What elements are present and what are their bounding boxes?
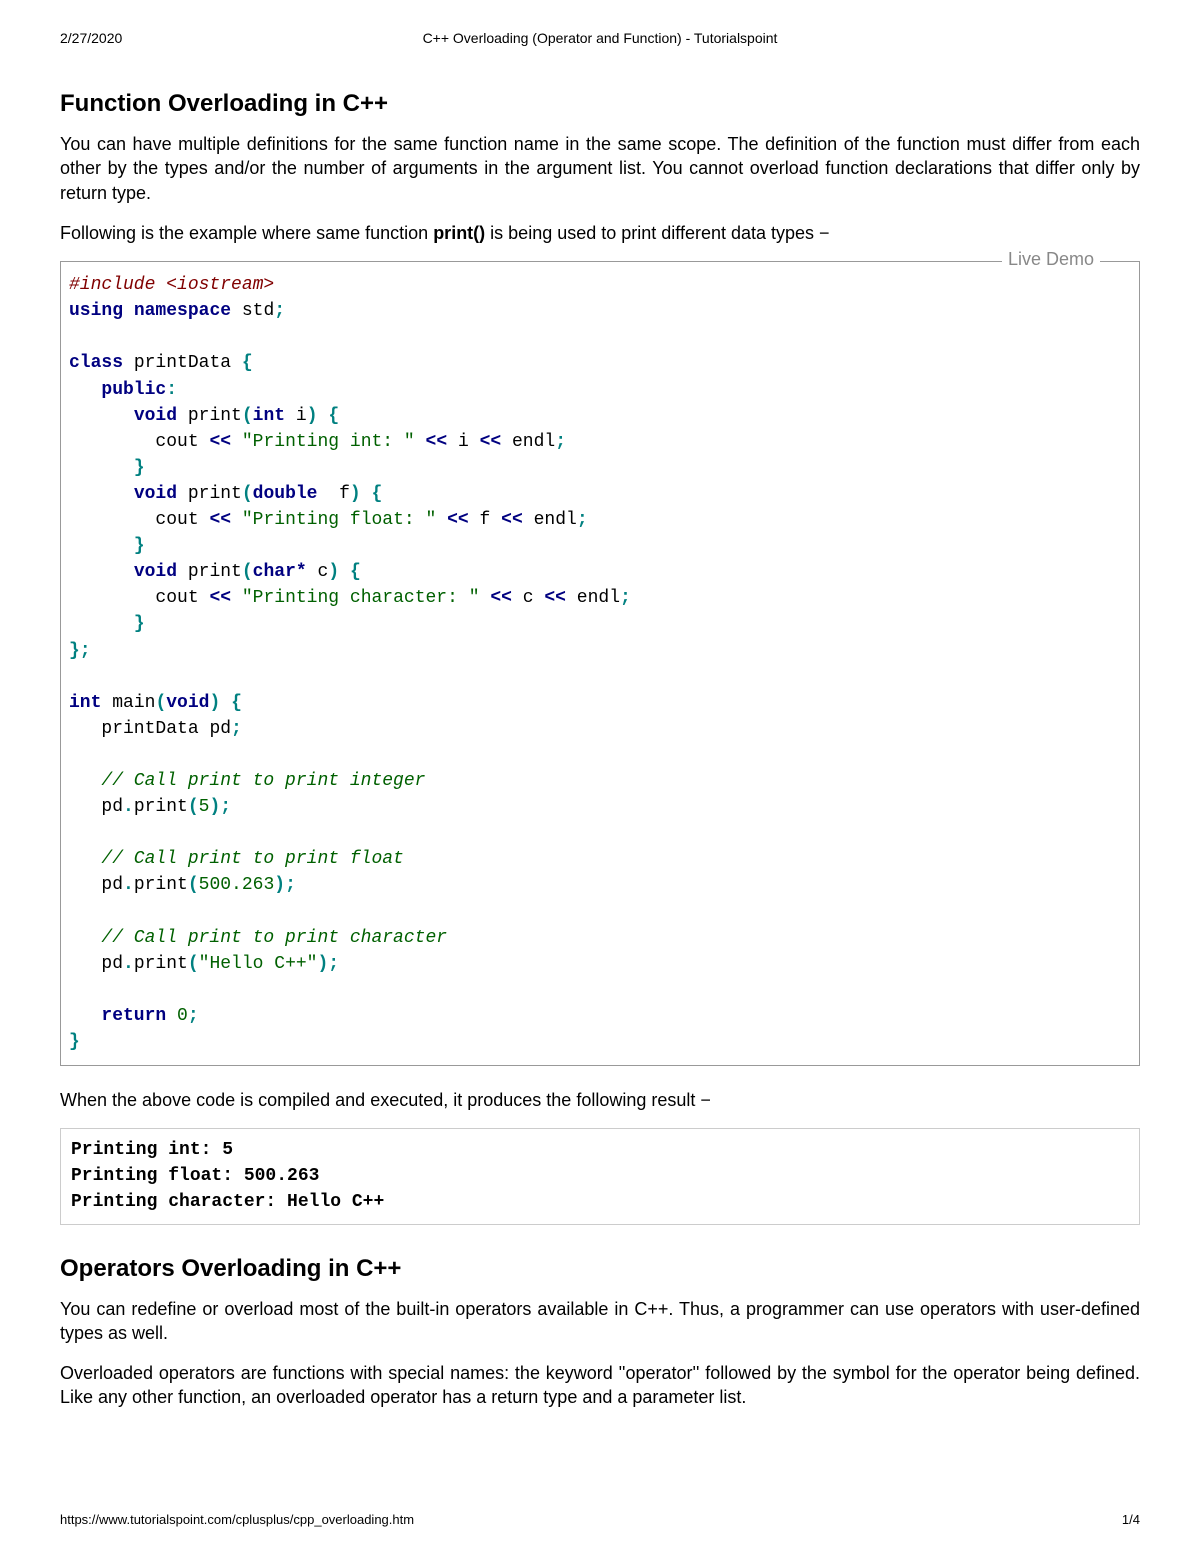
para2-part-a: Following is the example where same func…	[60, 223, 433, 243]
footer-page-number: 1/4	[1122, 1512, 1140, 1527]
para2-part-b: is being used to print different data ty…	[485, 223, 829, 243]
operators-paragraph-2: Overloaded operators are functions with …	[60, 1361, 1140, 1410]
para2-bold: print()	[433, 223, 485, 243]
output-block-1: Printing int: 5 Printing float: 500.263 …	[60, 1128, 1140, 1224]
operators-paragraph-1: You can redefine or overload most of the…	[60, 1297, 1140, 1346]
section-heading-operator-overloading: Operators Overloading in C++	[60, 1255, 1140, 1283]
code-block-wrapper: Live Demo #include <iostream> using name…	[60, 261, 1140, 1066]
result-paragraph: When the above code is compiled and exec…	[60, 1088, 1140, 1112]
live-demo-label[interactable]: Live Demo	[1002, 249, 1100, 270]
intro-paragraph-2: Following is the example where same func…	[60, 221, 1140, 245]
output-line: Printing float: 500.263	[71, 1166, 319, 1186]
footer-url: https://www.tutorialspoint.com/cplusplus…	[60, 1512, 414, 1527]
code-line: #include <iostream>	[69, 275, 274, 295]
output-line: Printing character: Hello C++	[71, 1192, 384, 1212]
section-heading-function-overloading: Function Overloading in C++	[60, 90, 1140, 118]
output-line: Printing int: 5	[71, 1140, 233, 1160]
intro-paragraph-1: You can have multiple definitions for th…	[60, 132, 1140, 205]
code-block-1: #include <iostream> using namespace std;…	[60, 261, 1140, 1066]
print-header-title: C++ Overloading (Operator and Function) …	[0, 30, 1200, 46]
